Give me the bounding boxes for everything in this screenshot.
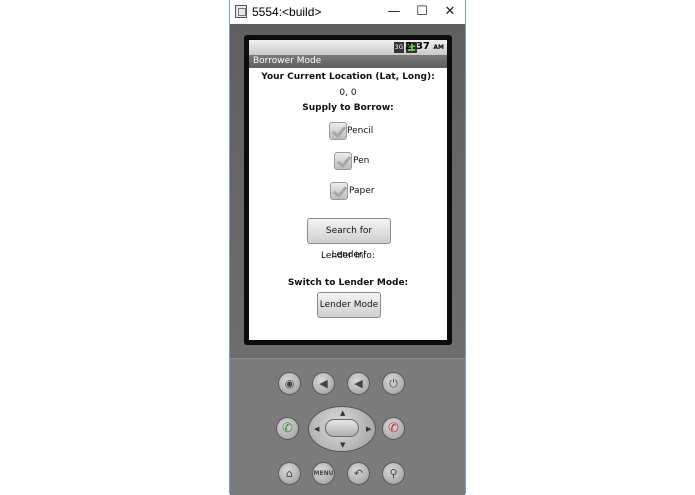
dpad-up-icon[interactable]: ▲ [340,410,345,417]
location-label: Your Current Location (Lat, Long): [261,72,435,82]
borrower-content: Your Current Location (Lat, Long): 0, 0 … [249,68,447,340]
location-value: 0, 0 [339,88,357,98]
pen-checkbox[interactable] [334,152,352,170]
title-bar[interactable]: 5554:<build> — ☐ ✕ [230,0,465,24]
app-title-bar: Borrower Mode [249,55,447,68]
status-clock: 2:37 AM [405,41,444,52]
paper-label: Paper [349,186,375,196]
power-icon[interactable]: ⏻ [382,372,405,395]
dpad-down-icon[interactable]: ▼ [340,442,345,449]
lender-info-label: Lender Info: [321,251,375,261]
device-screen: 3G 2:37 AM Borrower Mode Your Current Lo… [249,40,447,340]
menu-button[interactable]: MENU [312,462,335,485]
end-call-icon[interactable]: ✆ [382,417,405,440]
camera-icon[interactable]: ◉ [278,372,301,395]
supply-row-pencil[interactable]: Pencil [249,120,447,142]
emulator-body: 3G 2:37 AM Borrower Mode Your Current Lo… [230,24,465,495]
switch-mode-label: Switch to Lender Mode: [287,278,409,288]
emulator-screen-area: 3G 2:37 AM Borrower Mode Your Current Lo… [230,24,465,358]
supply-label: Supply to Borrow: [302,103,394,113]
search-icon[interactable]: ⚲ [382,462,405,485]
paper-checkbox[interactable] [330,182,348,200]
hardware-controls: ◉ ◀ ◀ ⏻ ✆ ▲ ▼ ◀ ▶ ✆ ⌂ MENU ↶ ⚲ [230,358,465,495]
volume-down-icon[interactable]: ◀ [312,372,335,395]
dpad-left-icon[interactable]: ◀ [314,426,319,433]
pencil-checkbox[interactable] [329,122,347,140]
dpad-center-button[interactable] [325,419,359,437]
dpad[interactable]: ▲ ▼ ◀ ▶ [308,406,376,452]
volume-up-icon[interactable]: ◀ [347,372,370,395]
supply-row-pen[interactable]: Pen [249,150,447,172]
app-title: Borrower Mode [253,56,322,66]
status-bar: 3G 2:37 AM [249,40,447,55]
supply-row-paper[interactable]: Paper [249,180,447,202]
lender-mode-button[interactable]: Lender Mode [317,292,381,318]
minimize-button[interactable]: — [380,2,408,22]
maximize-button[interactable]: ☐ [408,2,436,22]
close-button[interactable]: ✕ [436,2,464,22]
back-icon[interactable]: ↶ [347,462,370,485]
search-lender-button[interactable]: Search for Lender! [307,218,391,260]
home-icon[interactable]: ⌂ [278,462,301,485]
call-icon[interactable]: ✆ [276,417,299,440]
pencil-label: Pencil [347,126,374,136]
dpad-right-icon[interactable]: ▶ [366,426,371,433]
emulator-app-icon [235,5,247,18]
pen-label: Pen [353,156,370,166]
signal-icon: 3G [394,42,404,53]
emulator-window: 5554:<build> — ☐ ✕ 3G 2:37 AM Borrower M… [229,0,466,495]
window-title: 5554:<build> [252,5,322,19]
